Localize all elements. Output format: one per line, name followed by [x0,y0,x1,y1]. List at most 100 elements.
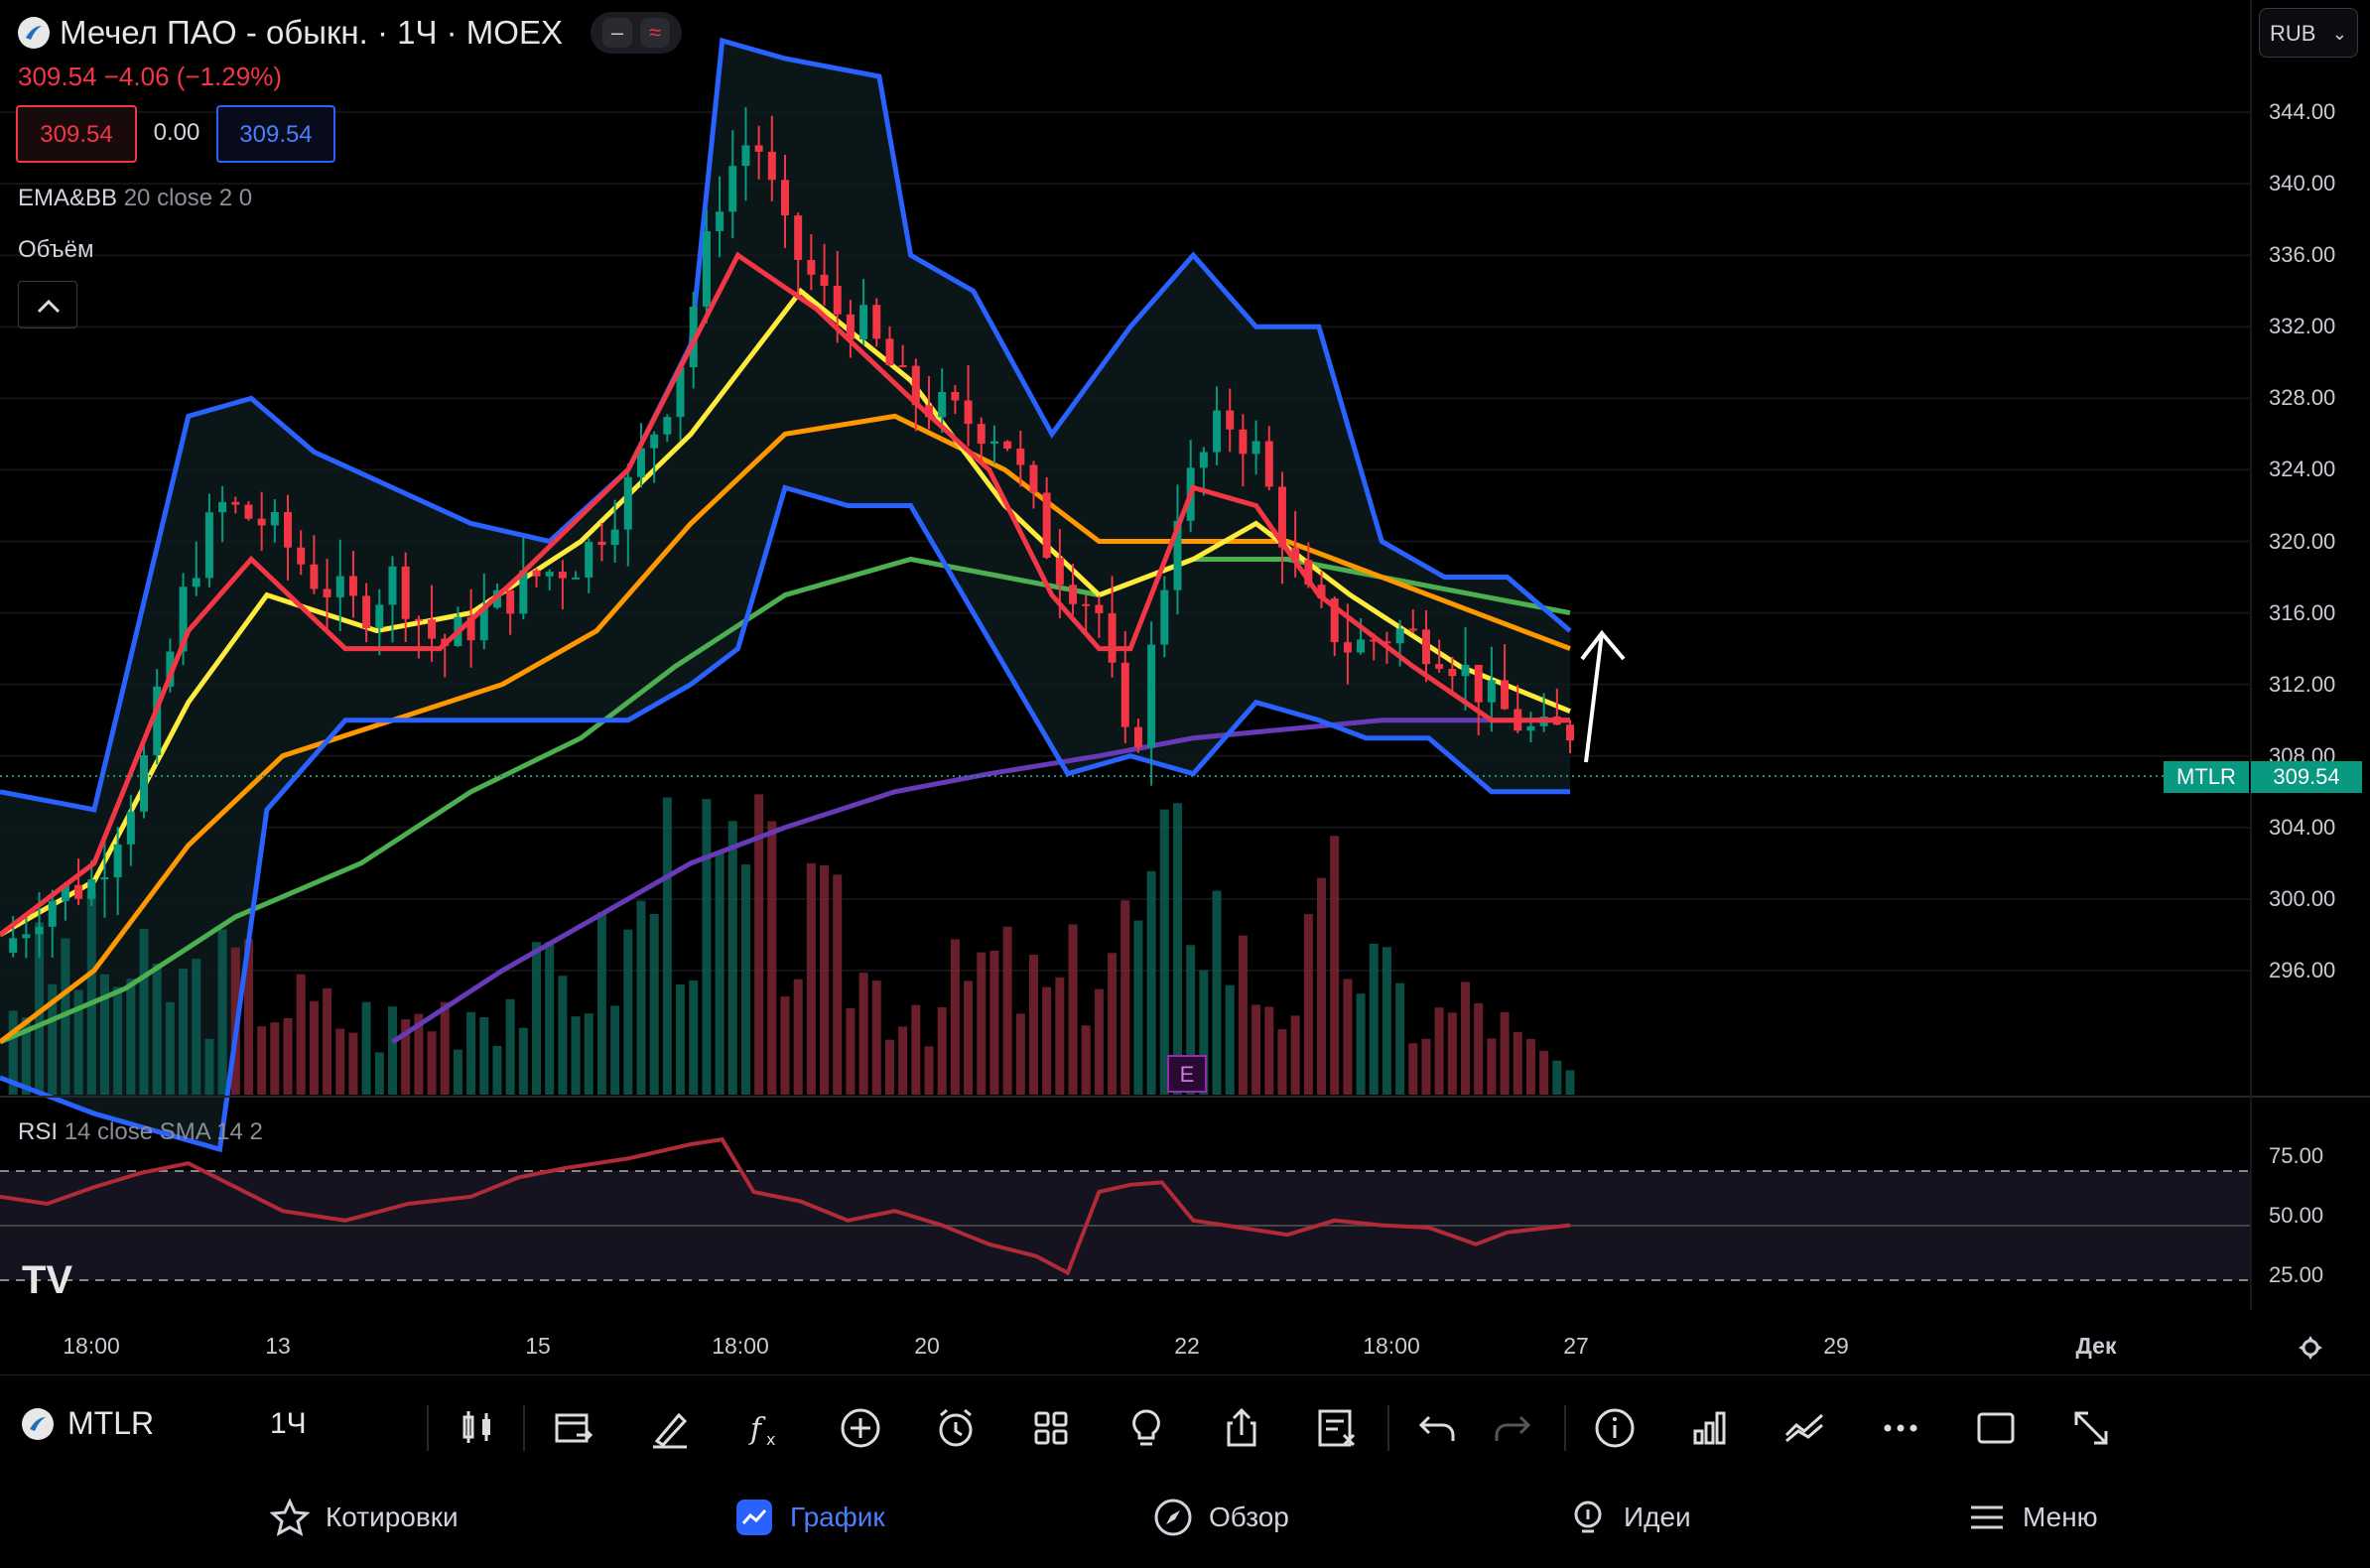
volume-bar [989,950,999,1095]
volume-bar [1133,920,1143,1095]
nav-ideas[interactable]: Идеи [1568,1498,1691,1537]
more-dots-icon[interactable] [1876,1403,1925,1453]
chart-icon [734,1498,774,1537]
idea-bulb-icon[interactable] [1121,1403,1171,1453]
volume-bar [898,1026,908,1095]
svg-text:x: x [766,1430,775,1449]
volume-bar [833,874,843,1095]
volume-bar [296,974,306,1095]
price-tick: 296.00 [2269,957,2336,982]
toolbar-separator [427,1405,429,1451]
indicators-fx-icon[interactable]: fx [740,1403,790,1453]
buy-button[interactable]: 309.54 [216,105,335,163]
star-icon [270,1498,310,1537]
price-tick: 340.00 [2269,171,2336,196]
price-tick: 316.00 [2269,599,2336,625]
chart-type-pill[interactable]: – ≈ [590,12,682,54]
settings-gear-icon[interactable] [2296,1333,2325,1368]
price-tick: 332.00 [2269,314,2336,339]
price-chart[interactable] [0,0,2370,1374]
volume-bar [793,979,803,1095]
mechel-logo-icon [18,17,50,49]
sell-button[interactable]: 309.54 [16,105,137,163]
redo-icon[interactable] [1487,1403,1536,1453]
volume-bar [964,980,974,1095]
interval-button[interactable]: 1Ч [270,1407,307,1441]
volume-bar [1395,982,1405,1095]
volume-bar [1487,1038,1497,1095]
volume-legend[interactable]: Объём [18,236,93,264]
alarm-clock-icon[interactable] [931,1403,981,1453]
svg-text:f: f [748,1412,766,1447]
nav-quotes[interactable]: Котировки [270,1498,459,1537]
nav-chart[interactable]: График [734,1498,885,1537]
candles-type-icon[interactable] [453,1403,502,1453]
volume-bar [558,976,568,1095]
volume-bar [86,892,96,1095]
bulb-icon [1568,1498,1608,1537]
add-plus-icon[interactable] [836,1403,885,1453]
volume-bar [348,1032,358,1095]
volume-bar [388,1006,397,1095]
volume-bar [1408,1043,1418,1095]
compare-lines-icon[interactable] [1780,1403,1830,1453]
volume-bar [636,900,646,1095]
rsi-legend[interactable]: RSI 14 close SMA 14 2 [18,1118,263,1146]
volume-bar [518,1027,528,1095]
volume-bar [584,1013,593,1095]
volume-bar [740,864,750,1095]
time-tick: Дек [2075,1333,2117,1359]
minus-icon[interactable]: – [601,18,632,48]
currency-select[interactable]: RUB ⌄ [2259,8,2358,58]
volume-bar [505,998,515,1095]
rsi-name: RSI [18,1118,59,1145]
volume-bar [1513,1031,1522,1095]
ema-bb-params: 20 close 2 0 [123,185,253,211]
volume-bar [977,952,987,1095]
volume-bar [871,980,881,1095]
symbol-search-button[interactable]: MTLR [22,1405,154,1442]
toolbar-separator [1387,1405,1389,1451]
nav-overview[interactable]: Обзор [1153,1498,1289,1537]
volume-bar [113,986,123,1095]
tradingview-logo: TV [22,1258,73,1302]
ema-bb-legend[interactable]: EMA&BB 20 close 2 0 [18,185,252,212]
time-tick: 18:00 [712,1333,769,1359]
toolbar-separator [523,1405,525,1451]
volume-bar [204,1038,214,1095]
pencil-draw-icon[interactable] [645,1403,695,1453]
volume-bar [192,959,201,1095]
volume-bar [689,980,699,1095]
bar-chart-icon[interactable] [1685,1403,1735,1453]
last-price-tag: 309.54 [2251,761,2362,793]
volume-bar [1434,1007,1444,1095]
volume-bar [1173,803,1182,1095]
collapse-legend-button[interactable] [18,281,77,328]
arrow-annotation [1580,629,1626,763]
undo-icon[interactable] [1413,1403,1463,1453]
time-tick: 27 [1563,1333,1589,1359]
clear-drawings-icon[interactable] [1312,1403,1362,1453]
share-icon[interactable] [1217,1403,1266,1453]
calendar-range-icon[interactable] [549,1403,598,1453]
wave-icon[interactable]: ≈ [639,18,670,48]
volume-bar [1015,1013,1025,1095]
volume-bar [846,1007,856,1095]
info-icon[interactable] [1590,1403,1640,1453]
volume-bar [1303,913,1313,1095]
window-icon[interactable] [1971,1403,2021,1453]
time-tick: 29 [1823,1333,1849,1359]
volume-bar [1225,984,1235,1095]
price-tick: 320.00 [2269,528,2336,554]
nav-menu[interactable]: Меню [1967,1498,2098,1537]
fullscreen-icon[interactable] [2066,1403,2116,1453]
symbol-title[interactable]: Мечел ПАО - обыкн. · 1Ч · MOEX [60,14,563,52]
time-tick: 20 [914,1333,940,1359]
volume-bar [767,821,777,1095]
volume-bar [1330,836,1340,1095]
layout-grid-icon[interactable] [1026,1403,1076,1453]
earnings-marker[interactable]: E [1167,1055,1207,1093]
volume-bar [1108,953,1118,1095]
volume-bar [179,969,189,1095]
volume-bar [532,942,542,1095]
